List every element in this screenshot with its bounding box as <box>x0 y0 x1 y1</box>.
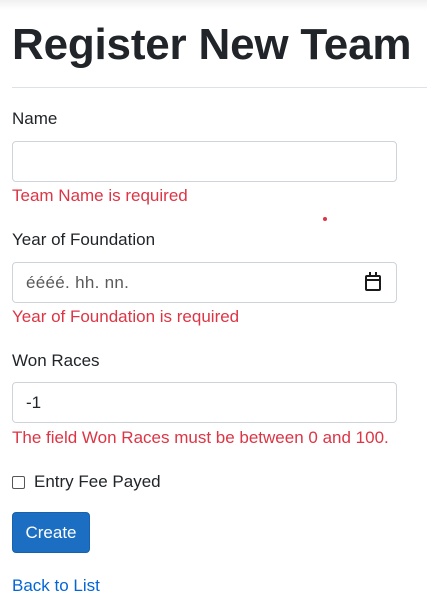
title-divider <box>12 87 427 88</box>
won-races-label: Won Races <box>12 351 100 370</box>
year-date-input[interactable]: éééé. hh. nn. <box>12 262 397 303</box>
page-title: Register New Team <box>12 20 412 69</box>
create-button[interactable]: Create <box>12 512 90 553</box>
top-shadow <box>0 0 427 10</box>
name-label: Name <box>12 109 58 128</box>
won-races-input[interactable] <box>12 382 397 423</box>
entry-fee-checkbox[interactable] <box>12 475 25 489</box>
calendar-icon[interactable] <box>365 271 381 291</box>
year-error: Year of Foundation is required <box>12 307 240 326</box>
name-input[interactable] <box>12 141 397 182</box>
stray-red-dot <box>323 217 327 221</box>
won-races-error: The field Won Races must be between 0 an… <box>12 428 389 447</box>
entry-fee-label[interactable]: Entry Fee Payed <box>34 471 161 493</box>
year-label: Year of Foundation <box>12 230 156 249</box>
entry-fee-row: Entry Fee Payed <box>12 471 161 493</box>
register-team-page: Register New Team Name Team Name is requ… <box>0 0 427 607</box>
year-date-placeholder: éééé. hh. nn. <box>26 272 130 292</box>
back-to-list-link[interactable]: Back to List <box>12 575 100 597</box>
name-error: Team Name is required <box>12 186 188 205</box>
